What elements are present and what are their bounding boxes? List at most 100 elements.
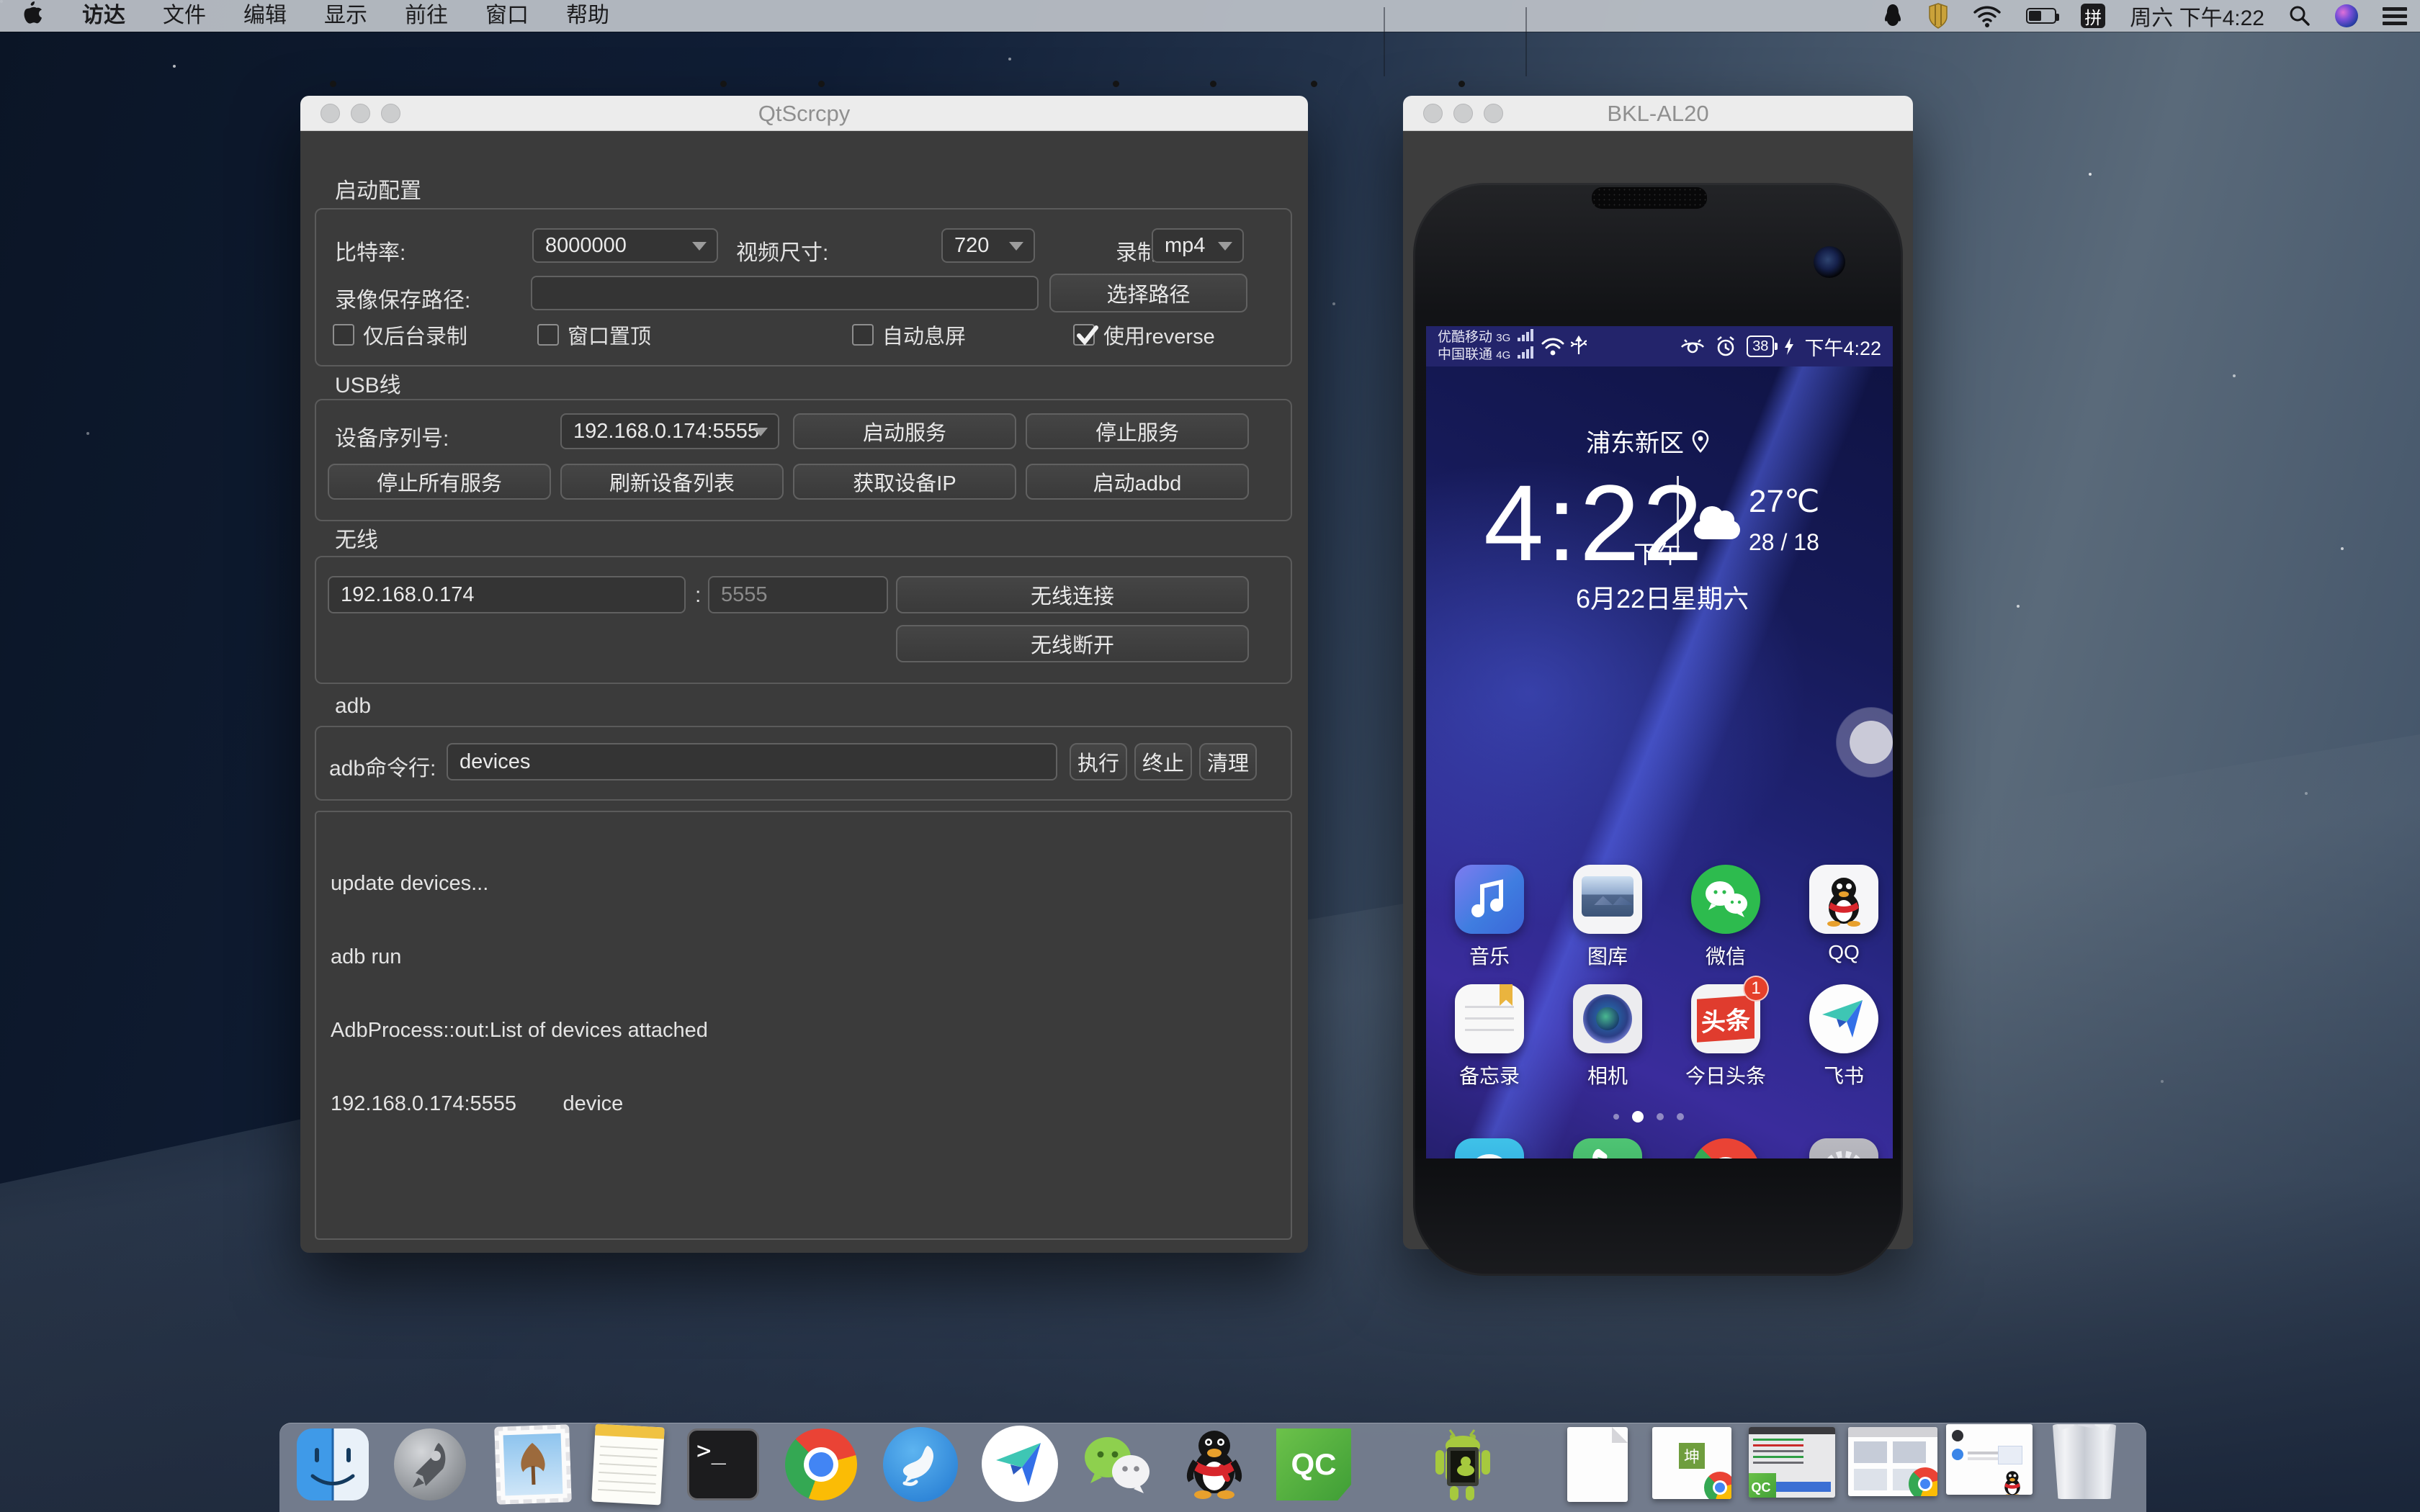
dock-divider (1525, 7, 1527, 76)
stop-all-services-button[interactable]: 停止所有服务 (328, 464, 551, 500)
spotlight-search-icon[interactable] (2289, 0, 2311, 32)
dock-qtscrcpy[interactable] (1422, 1426, 1494, 1498)
bitrate-select[interactable]: 8000000 (532, 228, 718, 263)
app-music[interactable]: 音乐 (1435, 865, 1543, 970)
dock-trash[interactable] (2050, 1424, 2122, 1496)
menu-edit[interactable]: 编辑 (225, 0, 305, 32)
window-title: BKL-AL20 (1403, 96, 1913, 131)
checkbox-bg-record[interactable]: 仅后台录制 (333, 320, 467, 350)
dock-feishu[interactable] (982, 1426, 1054, 1498)
dock-qq[interactable] (1177, 1424, 1249, 1496)
record-path-input[interactable] (531, 276, 1039, 310)
start-adbd-button[interactable]: 启动adbd (1026, 464, 1249, 500)
running-indicator (818, 81, 825, 87)
phone-window-titlebar[interactable]: BKL-AL20 (1403, 96, 1913, 131)
qc-badge-icon: QC (1749, 1473, 1776, 1498)
app-settings[interactable]: 设置 (1790, 1138, 1893, 1158)
checkbox-window-topmost[interactable]: 窗口置顶 (537, 320, 651, 350)
checkbox-use-reverse[interactable]: 使用reverse (1073, 320, 1215, 350)
wireless-ip-input[interactable] (328, 576, 686, 613)
adb-command-input[interactable] (447, 743, 1057, 780)
wifi-status-icon[interactable] (1973, 0, 2002, 32)
dock-chrome[interactable] (785, 1428, 857, 1500)
menu-help[interactable]: 帮助 (547, 0, 628, 32)
adb-log-output[interactable]: update devices... adb run AdbProcess::ou… (315, 811, 1292, 1240)
app-dialer[interactable]: 拨号 (1554, 1138, 1662, 1158)
signal-bars-icon (1518, 346, 1533, 359)
checkbox-box[interactable] (537, 324, 559, 346)
checkbox-box[interactable] (852, 324, 874, 346)
wireless-port-input[interactable] (708, 576, 888, 613)
adb-section-label: adb (335, 694, 371, 719)
qq-status-icon[interactable] (1882, 0, 1904, 32)
dock-notes[interactable] (593, 1426, 666, 1498)
dock-document-thumbnail[interactable] (1567, 1427, 1628, 1502)
qtscrcpy-titlebar[interactable]: QtScrcpy (300, 96, 1308, 131)
location-widget[interactable]: 浦东新区 (1586, 423, 1710, 459)
menu-file[interactable]: 文件 (144, 0, 225, 32)
dock-mail[interactable] (496, 1426, 568, 1498)
phone-screen[interactable]: 优酷移动 3G 中国联通 4G (1426, 326, 1893, 1158)
choose-path-button[interactable]: 选择路径 (1049, 274, 1247, 312)
checkbox-box-checked[interactable] (1073, 324, 1095, 346)
menu-go[interactable]: 前往 (386, 0, 467, 32)
location-name: 浦东新区 (1586, 423, 1684, 459)
app-gallery[interactable]: 图库 (1554, 865, 1662, 970)
battery-status-icon[interactable] (2026, 0, 2056, 32)
dock-wechat[interactable] (1079, 1427, 1151, 1499)
checkbox-label: 仅后台录制 (363, 320, 467, 350)
shield-status-icon[interactable] (1928, 0, 1948, 32)
app-wechat[interactable]: 微信 (1672, 865, 1780, 970)
menu-view[interactable]: 显示 (305, 0, 386, 32)
adb-stop-button[interactable]: 终止 (1134, 743, 1192, 780)
dock-finder[interactable] (297, 1428, 369, 1500)
adb-clear-button[interactable]: 清理 (1199, 743, 1257, 780)
dock-seal-app[interactable] (883, 1427, 955, 1499)
qq-penguin-icon (1177, 1424, 1252, 1503)
stop-service-button[interactable]: 停止服务 (1026, 413, 1249, 449)
dock-launchpad[interactable] (394, 1428, 466, 1500)
refresh-device-list-button[interactable]: 刷新设备列表 (560, 464, 784, 500)
dock-code-window-thumbnail[interactable]: QC (1749, 1427, 1835, 1498)
dock-qq-window-thumbnail[interactable] (1946, 1424, 2033, 1495)
usb-section-label: USB线 (335, 367, 401, 399)
menu-finder[interactable]: 访达 (63, 0, 144, 32)
log-line: 192.168.0.174:5555 device (331, 1092, 1276, 1116)
widget-date[interactable]: 6月22日星期六 (1576, 578, 1749, 616)
menu-bar-clock[interactable]: 周六 下午4:22 (2130, 0, 2264, 32)
siri-icon[interactable] (2335, 0, 2358, 32)
dock-chrome-page-thumbnail[interactable]: 坤 (1652, 1427, 1731, 1499)
record-format-select[interactable]: mp4 (1152, 228, 1244, 263)
dock-qc-app[interactable]: QC (1276, 1428, 1348, 1500)
app-label: 今日头条 (1672, 1061, 1780, 1089)
device-serial-select[interactable]: 192.168.0.174:5555 (560, 413, 779, 449)
app-qq[interactable]: QQ (1790, 865, 1893, 964)
app-toutiao[interactable]: 头条 1 今日头条 (1672, 984, 1780, 1089)
assistive-floating-ball[interactable] (1850, 721, 1893, 764)
apple-logo-icon (22, 0, 42, 24)
menu-window[interactable]: 窗口 (467, 0, 547, 32)
dock-browser-window-thumbnail[interactable] (1848, 1427, 1937, 1496)
widget-temperature[interactable]: 27℃ (1749, 483, 1819, 520)
wireless-disconnect-button[interactable]: 无线断开 (896, 625, 1249, 662)
net-type-2: 4G (1496, 349, 1510, 361)
app-messages[interactable]: 信息 (1435, 1138, 1543, 1158)
notification-center-icon[interactable] (2383, 0, 2407, 32)
wireless-connect-button[interactable]: 无线连接 (896, 576, 1249, 613)
apple-menu[interactable] (0, 0, 63, 32)
app-notes[interactable]: 备忘录 (1435, 984, 1543, 1089)
desktop: 访达 文件 编辑 显示 前往 窗口 帮助 拼 周六 下午4:22 (0, 0, 2420, 1512)
checkbox-auto-screen-off[interactable]: 自动息屏 (852, 320, 966, 350)
app-camera[interactable]: 相机 (1554, 984, 1662, 1089)
wireless-section-label: 无线 (335, 522, 378, 554)
chevron-down-icon (692, 242, 707, 251)
start-service-button[interactable]: 启动服务 (793, 413, 1016, 449)
checkbox-box[interactable] (333, 324, 354, 346)
adb-run-button[interactable]: 执行 (1070, 743, 1127, 780)
video-size-select[interactable]: 720 (941, 228, 1035, 263)
app-feishu[interactable]: 飞书 (1790, 984, 1893, 1089)
app-chrome[interactable]: Chrome (1672, 1138, 1780, 1158)
input-method-icon[interactable]: 拼 (2081, 0, 2105, 32)
dock-terminal[interactable]: >_ (687, 1428, 759, 1500)
get-device-ip-button[interactable]: 获取设备IP (793, 464, 1016, 500)
